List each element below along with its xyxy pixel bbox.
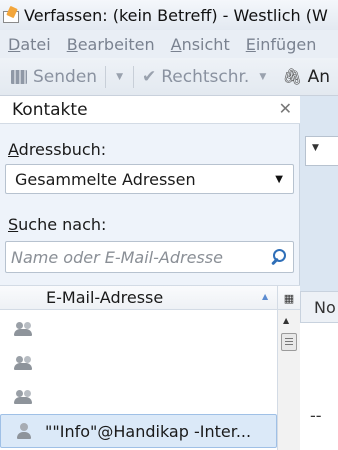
column-picker-icon[interactable]: ▦ — [277, 286, 300, 310]
paragraph-format-select[interactable]: No — [314, 298, 336, 317]
compose-icon — [2, 7, 19, 23]
sidebar-header: Kontakte ✕ — [0, 96, 300, 124]
group-icon — [14, 321, 34, 337]
paperclip-icon: 🖇 — [282, 67, 303, 86]
list-item[interactable] — [0, 346, 277, 380]
search-label: Suche nach: — [8, 215, 107, 234]
column-header-email[interactable]: E-Mail-Adresse — [46, 288, 163, 307]
contacts-list: E-Mail-Adresse ▲ ▦ ""Info"@Handikap -Int… — [0, 285, 300, 450]
send-button[interactable]: Senden — [6, 62, 101, 92]
sort-ascending-icon: ▲ — [262, 292, 269, 301]
list-item-selected[interactable]: ""Info"@Handikap -Inter... — [0, 414, 277, 448]
menu-einfuegen[interactable]: Einfügen — [246, 35, 317, 54]
contacts-sidebar: Kontakte ✕ Adressbuch: Gesammelte Adress… — [0, 96, 300, 450]
list-item[interactable] — [0, 312, 277, 346]
send-dropdown-icon[interactable]: ▼ — [116, 72, 123, 82]
chevron-down-icon: ▼ — [312, 143, 319, 153]
menu-bar: Datei Bearbeiten Ansicht Einfügen — [0, 30, 338, 58]
search-icon[interactable] — [269, 248, 287, 266]
menu-bearbeiten[interactable]: Bearbeiten — [67, 35, 155, 54]
compose-toolbar: Senden ▼ ✔ Rechtschr. ▼ 🖇 An — [0, 58, 338, 96]
list-header: E-Mail-Adresse ▲ ▦ — [0, 286, 300, 310]
list-item[interactable] — [0, 380, 277, 414]
spellcheck-button[interactable]: ✔ Rechtschr. — [138, 62, 253, 92]
menu-datei[interactable]: Datei — [8, 35, 51, 54]
person-icon — [17, 423, 31, 439]
checkmark-icon: ✔ — [141, 66, 157, 87]
compose-pane: ▼ No -- — [300, 96, 338, 450]
spellcheck-dropdown-icon[interactable]: ▼ — [259, 72, 266, 82]
header-area — [300, 96, 338, 296]
attach-button[interactable]: 🖇 An — [272, 62, 334, 92]
group-icon — [14, 389, 34, 405]
send-icon — [10, 69, 28, 85]
toolbar-separator — [132, 65, 134, 88]
format-toolbar: No — [300, 291, 338, 323]
scroll-thumb[interactable] — [281, 333, 297, 351]
sidebar-title: Kontakte — [12, 99, 88, 120]
addressbook-select[interactable]: Gesammelte Adressen ▼ — [5, 164, 294, 194]
search-input[interactable] — [11, 247, 261, 267]
toolbar-separator — [105, 65, 107, 88]
list-scrollbar[interactable]: ▲ — [277, 310, 300, 450]
contact-search — [5, 241, 294, 273]
scroll-up-icon[interactable]: ▲ — [283, 316, 289, 325]
chevron-down-icon: ▼ — [275, 174, 283, 185]
signature-separator: -- — [310, 406, 322, 425]
window-title: Verfassen: (kein Betreff) - Westlich (W — [24, 5, 328, 25]
group-icon — [14, 355, 34, 371]
menu-ansicht[interactable]: Ansicht — [171, 35, 230, 54]
title-bar: Verfassen: (kein Betreff) - Westlich (W — [0, 0, 338, 30]
close-icon[interactable]: ✕ — [279, 99, 292, 118]
recipient-type-select[interactable]: ▼ — [305, 136, 338, 166]
addressbook-label: Adressbuch: — [8, 140, 107, 159]
